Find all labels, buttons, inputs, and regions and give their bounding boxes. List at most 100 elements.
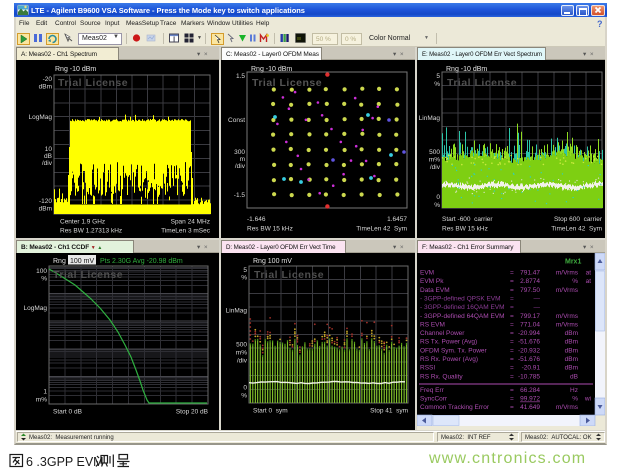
svg-text:%: % — [572, 278, 578, 285]
svg-text:Span 24 MHz: Span 24 MHz — [171, 219, 210, 226]
svg-text:Res BW 1.27313 kHz: Res BW 1.27313 kHz — [60, 228, 122, 235]
svg-text:Rng: Rng — [53, 258, 66, 265]
svg-text:Channel Power: Channel Power — [420, 330, 465, 337]
svg-text:771.04: 771.04 — [520, 321, 540, 328]
svg-text:Data EVM: Data EVM — [420, 287, 450, 294]
svg-text:1.5: 1.5 — [236, 73, 245, 80]
svg-text:m: m — [240, 156, 245, 163]
svg-text:Pts 2.30G Avg -20.98 dBm: Pts 2.30G Avg -20.98 dBm — [100, 258, 183, 265]
svg-text:Freq Err: Freq Err — [420, 387, 445, 394]
svg-text:dBm: dBm — [565, 330, 578, 337]
svg-text:%: % — [434, 202, 440, 209]
svg-text:-20.994: -20.994 — [518, 330, 540, 337]
svg-text:/div: /div — [235, 163, 246, 170]
svg-text:—: — — [534, 304, 541, 311]
svg-text:=: = — [510, 339, 514, 346]
svg-text:RS Rx. Power (Avg): RS Rx. Power (Avg) — [420, 356, 478, 363]
svg-text:dB: dB — [570, 373, 578, 380]
svg-text:10: 10 — [45, 146, 53, 153]
svg-text:LogMag: LogMag — [24, 305, 48, 312]
svg-text:=: = — [510, 373, 514, 380]
svg-text:2.8774: 2.8774 — [520, 278, 540, 285]
svg-text:EVM: EVM — [420, 270, 434, 277]
svg-text:5: 5 — [243, 267, 247, 274]
svg-text:%: % — [241, 275, 247, 282]
svg-text:100 mV: 100 mV — [70, 258, 94, 265]
svg-text:1.6457: 1.6457 — [387, 216, 407, 223]
svg-text:=: = — [510, 287, 514, 294]
svg-text:dB: dB — [44, 153, 52, 160]
svg-text:dBm: dBm — [565, 339, 578, 346]
svg-text:Rng -10 dBm: Rng -10 dBm — [446, 66, 487, 73]
svg-text:Start -600 carrier: Start -600 carrier — [442, 216, 493, 223]
svg-text:SyncCorr: SyncCorr — [420, 396, 448, 403]
svg-text:300: 300 — [234, 149, 245, 156]
svg-text:RS EVM: RS EVM — [420, 321, 445, 328]
svg-text:0: 0 — [243, 385, 247, 392]
svg-text:=: = — [510, 356, 514, 363]
svg-text:Trial License: Trial License — [447, 77, 517, 89]
svg-text:Mrx1: Mrx1 — [565, 259, 581, 266]
svg-text:LinMag: LinMag — [419, 115, 441, 122]
svg-text:- 3GPP-defined 64QAM EVM: - 3GPP-defined 64QAM EVM — [420, 313, 505, 320]
svg-text:799.17: 799.17 — [520, 313, 540, 320]
svg-text:dBm: dBm — [39, 206, 52, 213]
svg-text:1: 1 — [43, 389, 47, 396]
svg-text:Center 1.9 GHz: Center 1.9 GHz — [60, 219, 105, 226]
svg-text:%: % — [41, 276, 47, 283]
svg-text:-20: -20 — [43, 76, 53, 83]
svg-text:/div: /div — [430, 164, 441, 171]
svg-text:=: = — [510, 347, 514, 354]
svg-text:Stop 20 dB: Stop 20 dB — [176, 409, 208, 416]
svg-text:/div: /div — [237, 358, 248, 365]
svg-text:Trial License: Trial License — [53, 269, 123, 281]
svg-text:TimeLen 42 Sym: TimeLen 42 Sym — [551, 226, 602, 233]
svg-text:wi: wi — [584, 396, 591, 403]
svg-text:OFDM Sym. Tx. Power: OFDM Sym. Tx. Power — [420, 347, 488, 354]
svg-text:-1.646: -1.646 — [247, 216, 266, 223]
svg-text:=: = — [510, 313, 514, 320]
svg-text:-120: -120 — [39, 198, 52, 205]
svg-text:Common Tracking Error: Common Tracking Error — [420, 404, 490, 411]
svg-text:0: 0 — [436, 194, 440, 201]
svg-text:m/Vrms: m/Vrms — [556, 321, 579, 328]
svg-text:=: = — [510, 278, 514, 285]
svg-text:TimeLen 3 mSec: TimeLen 3 mSec — [161, 228, 211, 235]
svg-text:6 .3GPP EVM: 6 .3GPP EVM — [26, 455, 104, 469]
svg-text:RSSI: RSSI — [420, 365, 435, 372]
svg-text:m%: m% — [36, 397, 47, 404]
svg-text:m/Vrms: m/Vrms — [556, 270, 579, 277]
svg-text:=: = — [510, 396, 514, 403]
svg-text:99.972: 99.972 — [520, 396, 540, 403]
svg-text:791.47: 791.47 — [520, 270, 540, 277]
svg-text:dBm: dBm — [565, 365, 578, 372]
svg-text:EVM Pk: EVM Pk — [420, 278, 444, 285]
svg-text:Trial License: Trial License — [58, 77, 128, 89]
svg-text:-51.676: -51.676 — [518, 356, 540, 363]
svg-text:dBm: dBm — [565, 347, 578, 354]
svg-text:=: = — [510, 330, 514, 337]
svg-text:41.649: 41.649 — [520, 404, 540, 411]
svg-text:797.50: 797.50 — [520, 287, 540, 294]
svg-text:RS Tx. Power (Avg): RS Tx. Power (Avg) — [420, 339, 477, 346]
svg-text:Trial License: Trial License — [254, 269, 324, 281]
svg-text:=: = — [510, 387, 514, 394]
svg-text:at: at — [586, 278, 592, 285]
svg-text:m/Vrms: m/Vrms — [556, 287, 579, 294]
svg-text:-51.676: -51.676 — [518, 339, 540, 346]
svg-text:-10.785: -10.785 — [518, 373, 540, 380]
svg-text:Stop 41 sym: Stop 41 sym — [370, 408, 408, 415]
svg-text:=: = — [510, 295, 514, 302]
svg-text:LinMag: LinMag — [226, 308, 248, 315]
svg-text:m%: m% — [429, 157, 440, 164]
svg-text:%: % — [241, 393, 247, 400]
svg-text:100: 100 — [36, 268, 47, 275]
svg-text:/div: /div — [42, 160, 53, 167]
svg-text:=: = — [510, 304, 514, 311]
svg-text:m/Vrms: m/Vrms — [556, 313, 579, 320]
svg-text:Trial License: Trial License — [252, 77, 322, 89]
svg-text:TimeLen 42 Sym: TimeLen 42 Sym — [356, 226, 407, 233]
svg-text:Rng -10 dBm: Rng -10 dBm — [251, 66, 292, 73]
svg-text:dBm: dBm — [565, 356, 578, 363]
svg-text:Rng -10 dBm: Rng -10 dBm — [55, 66, 96, 73]
